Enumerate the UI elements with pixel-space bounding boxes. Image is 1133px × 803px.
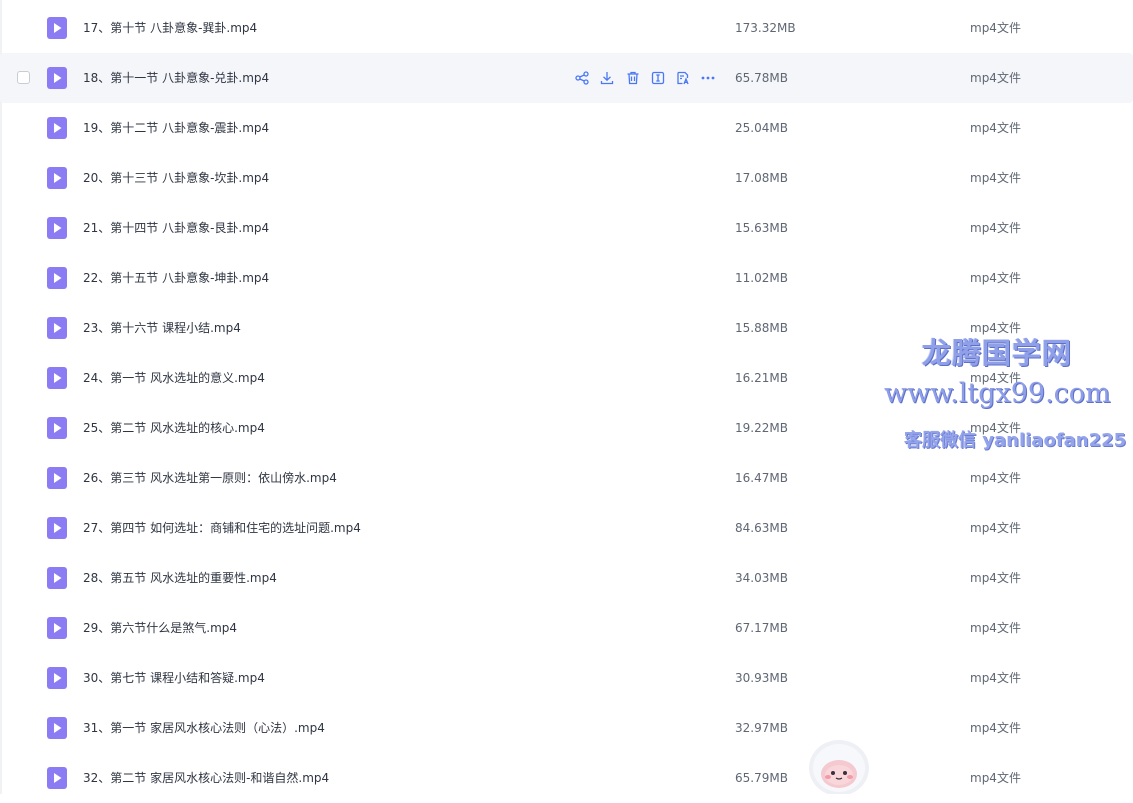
file-type: mp4文件	[970, 571, 1021, 585]
file-name[interactable]: 31、第一节 家居风水核心法则（心法）.mp4	[83, 719, 325, 737]
file-row[interactable]: 17、第十节 八卦意象-巽卦.mp4 173.32MB mp4文件	[0, 3, 1133, 53]
file-name[interactable]: 17、第十节 八卦意象-巽卦.mp4	[83, 19, 257, 37]
video-file-icon	[47, 267, 67, 289]
video-file-icon	[47, 367, 67, 389]
video-file-icon	[47, 667, 67, 689]
file-type: mp4文件	[970, 671, 1021, 685]
file-size: 32.97MB	[735, 721, 788, 735]
file-size: 15.63MB	[735, 221, 788, 235]
video-file-icon	[47, 117, 67, 139]
file-row[interactable]: 29、第六节什么是煞气.mp4 67.17MB mp4文件	[0, 603, 1133, 653]
file-size: 16.21MB	[735, 371, 788, 385]
file-row[interactable]: 18、第十一节 八卦意象-兑卦.mp4 65.78MB mp4文件	[0, 53, 1133, 103]
download-icon[interactable]	[599, 70, 615, 86]
file-type: mp4文件	[970, 121, 1021, 135]
video-file-icon	[47, 617, 67, 639]
file-type: mp4文件	[970, 21, 1021, 35]
file-name[interactable]: 26、第三节 风水选址第一原则：依山傍水.mp4	[83, 469, 337, 487]
file-list: 17、第十节 八卦意象-巽卦.mp4 173.32MB mp4文件 18、第十一节 八…	[0, 3, 1133, 803]
file-size: 65.78MB	[735, 71, 788, 85]
file-name[interactable]: 22、第十五节 八卦意象-坤卦.mp4	[83, 269, 269, 287]
rename-icon[interactable]	[650, 70, 666, 86]
file-name[interactable]: 21、第十四节 八卦意象-艮卦.mp4	[83, 219, 269, 237]
file-type: mp4文件	[970, 621, 1021, 635]
video-file-icon	[47, 717, 67, 739]
file-size: 11.02MB	[735, 271, 788, 285]
delete-icon[interactable]	[625, 70, 641, 86]
file-size: 17.08MB	[735, 171, 788, 185]
file-name[interactable]: 28、第五节 风水选址的重要性.mp4	[83, 569, 277, 587]
file-name[interactable]: 25、第二节 风水选址的核心.mp4	[83, 419, 265, 437]
file-size: 67.17MB	[735, 621, 788, 635]
file-type: mp4文件	[970, 521, 1021, 535]
file-size: 65.79MB	[735, 771, 788, 785]
file-row[interactable]: 22、第十五节 八卦意象-坤卦.mp4 11.02MB mp4文件	[0, 253, 1133, 303]
file-row[interactable]: 31、第一节 家居风水核心法则（心法）.mp4 32.97MB mp4文件	[0, 703, 1133, 753]
file-name[interactable]: 24、第一节 风水选址的意义.mp4	[83, 369, 265, 387]
file-name[interactable]: 27、第四节 如何选址：商铺和住宅的选址问题.mp4	[83, 519, 361, 537]
video-file-icon	[47, 567, 67, 589]
file-type: mp4文件	[970, 171, 1021, 185]
file-size: 173.32MB	[735, 21, 796, 35]
file-size: 15.88MB	[735, 321, 788, 335]
file-row[interactable]: 20、第十三节 八卦意象-坎卦.mp4 17.08MB mp4文件	[0, 153, 1133, 203]
file-type: mp4文件	[970, 421, 1021, 435]
file-size: 30.93MB	[735, 671, 788, 685]
file-row[interactable]: 28、第五节 风水选址的重要性.mp4 34.03MB mp4文件	[0, 553, 1133, 603]
video-file-icon	[47, 217, 67, 239]
video-file-icon	[47, 517, 67, 539]
video-file-icon	[47, 67, 67, 89]
file-row[interactable]: 26、第三节 风水选址第一原则：依山傍水.mp4 16.47MB mp4文件	[0, 453, 1133, 503]
file-row[interactable]: 23、第十六节 课程小结.mp4 15.88MB mp4文件	[0, 303, 1133, 353]
video-file-icon	[47, 417, 67, 439]
file-type: mp4文件	[970, 271, 1021, 285]
file-type: mp4文件	[970, 721, 1021, 735]
file-size: 19.22MB	[735, 421, 788, 435]
file-type: mp4文件	[970, 771, 1021, 785]
file-row[interactable]: 21、第十四节 八卦意象-艮卦.mp4 15.63MB mp4文件	[0, 203, 1133, 253]
file-name[interactable]: 23、第十六节 课程小结.mp4	[83, 319, 241, 337]
file-row[interactable]: 30、第七节 课程小结和答疑.mp4 30.93MB mp4文件	[0, 653, 1133, 703]
file-name[interactable]: 19、第十二节 八卦意象-震卦.mp4	[83, 119, 269, 137]
more-icon[interactable]	[700, 70, 716, 86]
file-row[interactable]: 25、第二节 风水选址的核心.mp4 19.22MB mp4文件	[0, 403, 1133, 453]
video-file-icon	[47, 167, 67, 189]
video-file-icon	[47, 767, 67, 789]
file-type: mp4文件	[970, 371, 1021, 385]
file-name[interactable]: 20、第十三节 八卦意象-坎卦.mp4	[83, 169, 269, 187]
video-file-icon	[47, 17, 67, 39]
transcribe-icon[interactable]	[675, 70, 691, 86]
file-size: 84.63MB	[735, 521, 788, 535]
file-row[interactable]: 24、第一节 风水选址的意义.mp4 16.21MB mp4文件	[0, 353, 1133, 403]
row-checkbox[interactable]	[17, 71, 30, 84]
file-type: mp4文件	[970, 221, 1021, 235]
file-name[interactable]: 30、第七节 课程小结和答疑.mp4	[83, 669, 265, 687]
file-size: 16.47MB	[735, 471, 788, 485]
file-name[interactable]: 32、第二节 家居风水核心法则-和谐自然.mp4	[83, 769, 329, 787]
file-type: mp4文件	[970, 471, 1021, 485]
file-row[interactable]: 27、第四节 如何选址：商铺和住宅的选址问题.mp4 84.63MB mp4文件	[0, 503, 1133, 553]
file-type: mp4文件	[970, 71, 1021, 85]
file-name[interactable]: 18、第十一节 八卦意象-兑卦.mp4	[83, 69, 269, 87]
assistant-mascot-icon[interactable]	[806, 738, 872, 796]
video-file-icon	[47, 467, 67, 489]
file-type: mp4文件	[970, 321, 1021, 335]
video-file-icon	[47, 317, 67, 339]
file-row[interactable]: 19、第十二节 八卦意象-震卦.mp4 25.04MB mp4文件	[0, 103, 1133, 153]
file-name[interactable]: 29、第六节什么是煞气.mp4	[83, 619, 237, 637]
share-icon[interactable]	[574, 70, 590, 86]
file-size: 34.03MB	[735, 571, 788, 585]
file-size: 25.04MB	[735, 121, 788, 135]
file-row[interactable]: 32、第二节 家居风水核心法则-和谐自然.mp4 65.79MB mp4文件	[0, 753, 1133, 803]
